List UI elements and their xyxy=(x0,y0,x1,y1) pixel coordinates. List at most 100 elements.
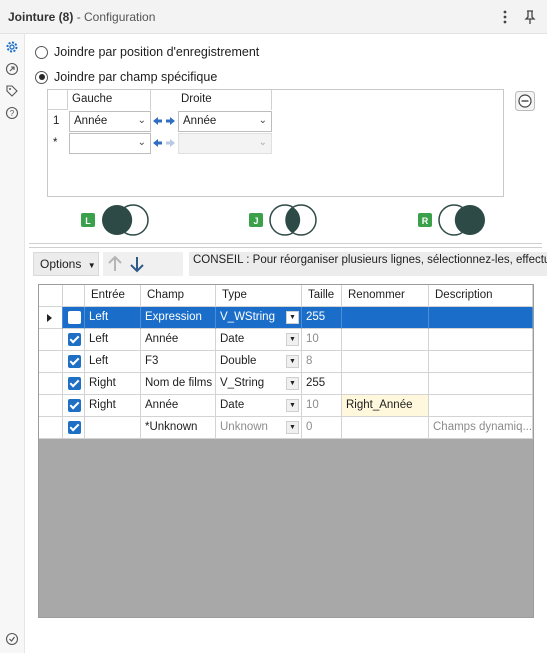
help-icon[interactable]: ? xyxy=(5,106,19,120)
type-dropdown-arrow-icon[interactable]: ▼ xyxy=(286,421,299,434)
checkbox[interactable] xyxy=(68,355,81,368)
join-by-field-option[interactable]: Joindre par champ spécifique xyxy=(35,68,217,86)
column-header-rename[interactable]: Renommer xyxy=(342,285,429,307)
column-header-type[interactable]: Type xyxy=(216,285,302,307)
description-cell[interactable] xyxy=(429,395,533,417)
table-row[interactable]: Left Année Date ▼ 10 xyxy=(39,329,533,351)
include-checkbox-cell[interactable] xyxy=(63,395,85,417)
size-cell[interactable]: 10 xyxy=(302,395,342,417)
type-cell[interactable]: Date ▼ xyxy=(216,395,302,417)
type-value: Unknown xyxy=(220,421,268,433)
radio-button[interactable] xyxy=(35,45,48,59)
include-checkbox-cell[interactable] xyxy=(63,329,85,351)
new-left-field-select[interactable]: ⌄ xyxy=(69,133,151,154)
radio-button-selected[interactable] xyxy=(35,70,48,84)
input-cell: Left xyxy=(85,329,141,351)
chevron-down-icon: ⌄ xyxy=(258,137,267,148)
left-column-header: Gauche xyxy=(68,90,151,110)
size-cell[interactable]: 255 xyxy=(302,307,342,329)
include-checkbox-cell[interactable] xyxy=(63,307,85,329)
rename-cell[interactable] xyxy=(342,307,429,329)
column-header-input[interactable]: Entrée xyxy=(85,285,141,307)
tag-icon[interactable] xyxy=(5,84,19,98)
checkbox[interactable] xyxy=(68,421,81,434)
inner-join-venn[interactable]: J xyxy=(248,203,320,237)
svg-text:?: ? xyxy=(10,109,15,118)
row-selector[interactable] xyxy=(39,417,63,439)
settings-gear-icon[interactable] xyxy=(5,40,19,54)
size-cell[interactable]: 8 xyxy=(302,351,342,373)
checkbox[interactable] xyxy=(68,377,81,390)
column-header-field[interactable]: Champ xyxy=(141,285,216,307)
description-cell[interactable] xyxy=(429,373,533,395)
column-header-description[interactable]: Description xyxy=(429,285,533,307)
rename-cell[interactable] xyxy=(342,373,429,395)
type-dropdown-arrow-icon[interactable]: ▼ xyxy=(286,377,299,390)
row-selector[interactable] xyxy=(39,395,63,417)
panel-title: Jointure (8) - Configuration xyxy=(8,10,155,24)
options-dropdown-button[interactable]: Options ▼ xyxy=(33,252,99,276)
new-right-field-select-disabled: ⌄ xyxy=(178,133,272,154)
tip-text: CONSEIL : Pour réorganiser plusieurs lig… xyxy=(189,252,547,276)
pin-icon[interactable] xyxy=(523,9,537,25)
join-by-position-option[interactable]: Joindre par position d'enregistrement xyxy=(35,43,259,61)
type-cell[interactable]: V_WString ▼ xyxy=(216,307,302,329)
status-check-icon xyxy=(5,632,19,646)
include-checkbox-cell[interactable] xyxy=(63,417,85,439)
size-cell[interactable]: 10 xyxy=(302,329,342,351)
table-row[interactable]: Right Nom de films V_String ▼ 255 xyxy=(39,373,533,395)
checkbox[interactable] xyxy=(68,399,81,412)
left-join-venn[interactable]: L xyxy=(80,203,152,237)
right-field-select[interactable]: Année ⌄ xyxy=(178,111,272,132)
row-index: 1 xyxy=(53,115,60,127)
type-cell[interactable]: Double ▼ xyxy=(216,351,302,373)
size-cell[interactable]: 0 xyxy=(302,417,342,439)
new-row-index: * xyxy=(53,137,58,149)
join-by-position-label: Joindre par position d'enregistrement xyxy=(54,45,260,59)
move-up-arrow-icon[interactable] xyxy=(105,254,125,274)
right-join-venn[interactable]: R xyxy=(417,203,489,237)
options-label: Options xyxy=(40,257,82,271)
table-row[interactable]: Left F3 Double ▼ 8 xyxy=(39,351,533,373)
include-checkbox-cell[interactable] xyxy=(63,351,85,373)
rename-cell[interactable]: Right_Année xyxy=(342,395,429,417)
checkbox[interactable] xyxy=(68,333,81,346)
more-options-icon[interactable] xyxy=(500,9,510,25)
type-cell[interactable]: V_String ▼ xyxy=(216,373,302,395)
panel-splitter[interactable] xyxy=(29,243,542,248)
row-selector[interactable] xyxy=(39,351,63,373)
venn-badge-j: J xyxy=(253,216,258,226)
right-field-value: Année xyxy=(183,115,217,127)
chevron-down-icon: ⌄ xyxy=(137,137,146,148)
remove-join-button[interactable] xyxy=(515,91,535,111)
checkbox-header xyxy=(63,285,85,307)
rename-cell[interactable] xyxy=(342,351,429,373)
panel-subtitle: - Configuration xyxy=(76,10,156,24)
type-dropdown-arrow-icon[interactable]: ▼ xyxy=(286,399,299,412)
rename-cell[interactable] xyxy=(342,417,429,439)
left-field-select[interactable]: Année ⌄ xyxy=(69,111,151,132)
column-header-size[interactable]: Taille xyxy=(302,285,342,307)
description-cell[interactable] xyxy=(429,351,533,373)
tool-name: Jointure (8) xyxy=(8,10,74,24)
link-icon[interactable] xyxy=(5,62,19,76)
table-row[interactable]: Left Expression V_WString ▼ 255 xyxy=(39,307,533,329)
type-dropdown-arrow-icon[interactable]: ▼ xyxy=(286,311,299,324)
row-selector[interactable] xyxy=(39,307,63,329)
type-cell[interactable]: Date ▼ xyxy=(216,329,302,351)
row-selector[interactable] xyxy=(39,373,63,395)
description-cell[interactable] xyxy=(429,307,533,329)
description-cell[interactable]: Champs dynamiq... xyxy=(429,417,533,439)
include-checkbox-cell[interactable] xyxy=(63,373,85,395)
rename-cell[interactable] xyxy=(342,329,429,351)
size-cell[interactable]: 255 xyxy=(302,373,342,395)
table-row[interactable]: *Unknown Unknown ▼ 0 Champs dynamiq... xyxy=(39,417,533,439)
description-cell[interactable] xyxy=(429,329,533,351)
type-cell[interactable]: Unknown ▼ xyxy=(216,417,302,439)
move-down-arrow-icon[interactable] xyxy=(127,254,147,274)
table-row[interactable]: Right Année Date ▼ 10 Right_Année xyxy=(39,395,533,417)
checkbox[interactable] xyxy=(68,311,81,324)
type-dropdown-arrow-icon[interactable]: ▼ xyxy=(286,355,299,368)
row-selector[interactable] xyxy=(39,329,63,351)
type-dropdown-arrow-icon[interactable]: ▼ xyxy=(286,333,299,346)
